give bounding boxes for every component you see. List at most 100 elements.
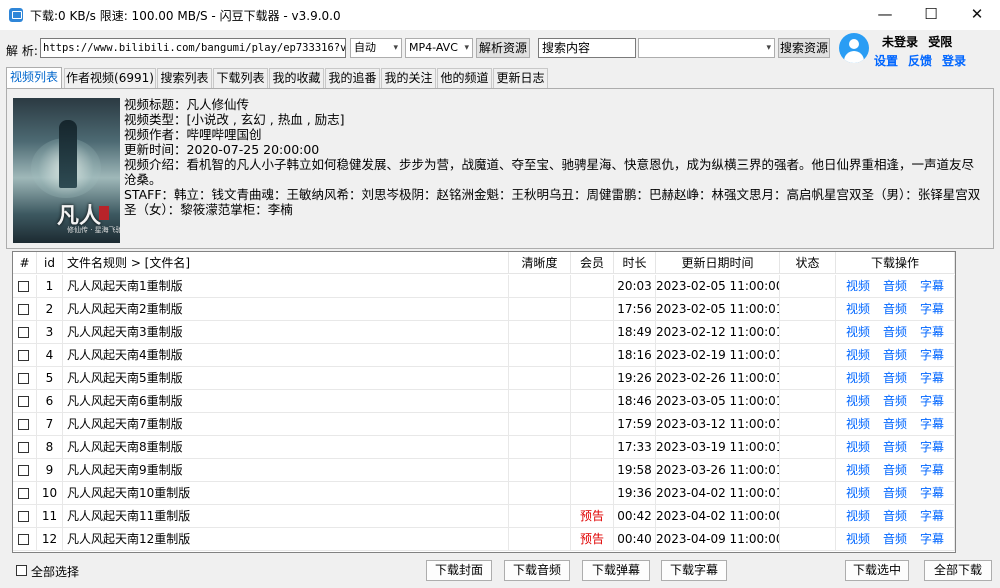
select-all-label[interactable]: 全部选择 — [31, 563, 79, 580]
download-subtitle-link[interactable]: 字幕 — [920, 344, 944, 366]
quality-select[interactable]: 自动 ▾ — [350, 38, 402, 58]
table-row[interactable]: 3 凡人风起天南3重制版 18:49 2023-02-12 11:00:01 视频 音频字… — [13, 321, 955, 344]
download-subtitle-link[interactable]: 字幕 — [920, 413, 944, 435]
download-subtitle-link[interactable]: 字幕 — [920, 275, 944, 297]
download-audio-link[interactable]: 音频 — [883, 482, 907, 504]
download-danmaku-button[interactable]: 下载弹幕 — [582, 560, 650, 581]
table-row[interactable]: 12 凡人风起天南12重制版 预告 00:40 2023-04-09 11:00:00 视… — [13, 528, 955, 551]
table-row[interactable]: 9 凡人风起天南9重制版 19:58 2023-03-26 11:00:01 视频 音频字… — [13, 459, 955, 482]
download-video-link[interactable]: 视频 — [846, 413, 870, 435]
search-source-select[interactable]: ▾ — [638, 38, 775, 58]
download-audio-link[interactable]: 音频 — [883, 459, 907, 481]
row-checkbox[interactable] — [18, 373, 29, 384]
download-video-link[interactable]: 视频 — [846, 275, 870, 297]
avatar-icon[interactable] — [839, 33, 869, 63]
maximize-button[interactable]: ☐ — [908, 0, 954, 30]
row-checkbox[interactable] — [18, 350, 29, 361]
download-audio-link[interactable]: 音频 — [883, 275, 907, 297]
download-subtitle-link[interactable]: 字幕 — [920, 367, 944, 389]
row-checkbox[interactable] — [18, 419, 29, 430]
download-subtitle-link[interactable]: 字幕 — [920, 390, 944, 412]
download-video-link[interactable]: 视频 — [846, 482, 870, 504]
row-checkbox[interactable] — [18, 281, 29, 292]
header-check[interactable]: # — [13, 252, 37, 274]
header-filename[interactable]: 文件名规则 > [文件名] — [63, 252, 509, 274]
download-subtitle-link[interactable]: 字幕 — [920, 482, 944, 504]
search-button[interactable]: 搜索资源 — [778, 38, 830, 58]
table-row[interactable]: 8 凡人风起天南8重制版 17:33 2023-03-19 11:00:01 视频 音频字… — [13, 436, 955, 459]
download-audio-link[interactable]: 音频 — [883, 390, 907, 412]
row-checkbox[interactable] — [18, 534, 29, 545]
download-video-link[interactable]: 视频 — [846, 459, 870, 481]
close-button[interactable]: ✕ — [954, 0, 1000, 30]
download-video-link[interactable]: 视频 — [846, 367, 870, 389]
download-audio-link[interactable]: 音频 — [883, 505, 907, 527]
table-row[interactable]: 5 凡人风起天南5重制版 19:26 2023-02-26 11:00:01 视频 音频字… — [13, 367, 955, 390]
table-row[interactable]: 11 凡人风起天南11重制版 预告 00:42 2023-04-02 11:00:00 视… — [13, 505, 955, 528]
row-checkbox[interactable] — [18, 465, 29, 476]
codec-select[interactable]: MP4-AVC ▾ — [405, 38, 473, 58]
download-subtitle-link[interactable]: 字幕 — [920, 436, 944, 458]
tab-author-videos[interactable]: 作者视频(6991) — [64, 68, 156, 88]
download-subtitle-link[interactable]: 字幕 — [920, 298, 944, 320]
header-vip[interactable]: 会员 — [571, 252, 614, 274]
download-cover-button[interactable]: 下载封面 — [426, 560, 492, 581]
table-row[interactable]: 2 凡人风起天南2重制版 17:56 2023-02-05 11:00:01 视频 音频字… — [13, 298, 955, 321]
tab-favorites[interactable]: 我的收藏 — [269, 68, 324, 88]
tab-search-list[interactable]: 搜索列表 — [157, 68, 212, 88]
download-video-link[interactable]: 视频 — [846, 321, 870, 343]
select-all-checkbox[interactable] — [16, 565, 27, 576]
download-video-link[interactable]: 视频 — [846, 505, 870, 527]
download-audio-link[interactable]: 音频 — [883, 344, 907, 366]
minimize-button[interactable]: — — [862, 0, 908, 30]
download-video-link[interactable]: 视频 — [846, 344, 870, 366]
feedback-link[interactable]: 反馈 — [908, 52, 932, 69]
header-updated[interactable]: 更新日期时间 — [656, 252, 780, 274]
download-audio-link[interactable]: 音频 — [883, 528, 907, 550]
login-link[interactable]: 登录 — [942, 52, 966, 69]
download-subtitle-link[interactable]: 字幕 — [920, 505, 944, 527]
row-checkbox[interactable] — [18, 488, 29, 499]
download-audio-button[interactable]: 下载音频 — [504, 560, 570, 581]
download-audio-link[interactable]: 音频 — [883, 367, 907, 389]
tab-changelog[interactable]: 更新日志 — [493, 68, 548, 88]
tab-following-series[interactable]: 我的追番 — [325, 68, 380, 88]
download-audio-link[interactable]: 音频 — [883, 321, 907, 343]
row-checkbox[interactable] — [18, 304, 29, 315]
download-subtitle-link[interactable]: 字幕 — [920, 321, 944, 343]
parse-button[interactable]: 解析资源 — [476, 38, 530, 58]
download-selected-button[interactable]: 下载选中 — [845, 560, 909, 581]
header-status[interactable]: 状态 — [780, 252, 836, 274]
download-subtitle-link[interactable]: 字幕 — [920, 459, 944, 481]
settings-link[interactable]: 设置 — [874, 52, 898, 69]
row-checkbox[interactable] — [18, 511, 29, 522]
table-row[interactable]: 1 凡人风起天南1重制版 20:03 2023-02-05 11:00:00 视频 音频字… — [13, 275, 955, 298]
table-row[interactable]: 10 凡人风起天南10重制版 19:36 2023-04-02 11:00:01 视频音… — [13, 482, 955, 505]
header-quality[interactable]: 清晰度 — [509, 252, 571, 274]
tab-video-list[interactable]: 视频列表 — [6, 67, 62, 88]
row-checkbox[interactable] — [18, 396, 29, 407]
tab-channel[interactable]: 他的频道 — [437, 68, 492, 88]
header-id[interactable]: id — [37, 252, 63, 274]
table-row[interactable]: 6 凡人风起天南6重制版 18:46 2023-03-05 11:00:01 视频 音频字… — [13, 390, 955, 413]
download-all-button[interactable]: 全部下载 — [924, 560, 992, 581]
download-video-link[interactable]: 视频 — [846, 528, 870, 550]
url-input[interactable]: https://www.bilibili.com/bangumi/play/ep… — [40, 38, 346, 58]
download-video-link[interactable]: 视频 — [846, 390, 870, 412]
row-checkbox[interactable] — [18, 327, 29, 338]
search-input[interactable]: 搜索内容 — [538, 38, 636, 58]
download-audio-link[interactable]: 音频 — [883, 436, 907, 458]
tab-download-list[interactable]: 下载列表 — [213, 68, 268, 88]
download-video-link[interactable]: 视频 — [846, 436, 870, 458]
row-checkbox[interactable] — [18, 442, 29, 453]
download-subtitle-link[interactable]: 字幕 — [920, 528, 944, 550]
table-row[interactable]: 7 凡人风起天南7重制版 17:59 2023-03-12 11:00:01 视频 音频字… — [13, 413, 955, 436]
table-row[interactable]: 4 凡人风起天南4重制版 18:16 2023-02-19 11:00:01 视频 音频字… — [13, 344, 955, 367]
cell-vip — [571, 298, 614, 321]
download-subtitle-button[interactable]: 下载字幕 — [661, 560, 727, 581]
tab-following[interactable]: 我的关注 — [381, 68, 436, 88]
header-duration[interactable]: 时长 — [614, 252, 656, 274]
download-audio-link[interactable]: 音频 — [883, 298, 907, 320]
download-video-link[interactable]: 视频 — [846, 298, 870, 320]
download-audio-link[interactable]: 音频 — [883, 413, 907, 435]
